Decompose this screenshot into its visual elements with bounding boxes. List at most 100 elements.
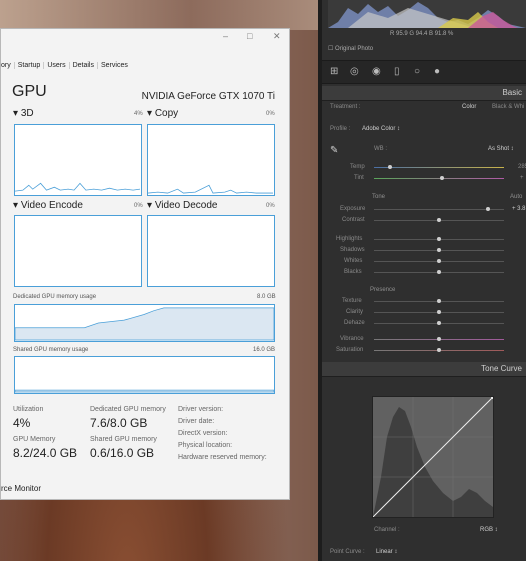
graph-shared-memory — [14, 356, 275, 394]
tab-users[interactable]: Users — [47, 62, 70, 69]
contrast-label: Contrast — [342, 217, 365, 223]
contrast-slider-knob[interactable] — [437, 218, 441, 222]
engine-video-encode-label[interactable]: ▾ Video Encode — [13, 200, 83, 211]
whites-slider-knob[interactable] — [437, 259, 441, 263]
driver-version-label: Driver version: — [178, 406, 224, 413]
tab-bar: ory Startup Users Details Services — [1, 62, 134, 74]
treatment-bw-option[interactable]: Black & Whi — [492, 104, 524, 110]
tab-performance[interactable]: ory — [1, 62, 15, 69]
dedicated-gpu-memory-value: 7.6/8.0 GB — [90, 416, 148, 430]
temp-slider[interactable] — [374, 165, 504, 169]
wb-label: WB : — [374, 146, 387, 152]
histogram-graph — [328, 2, 526, 28]
task-manager-window[interactable]: – □ ✕ ory Startup Users Details Services GPU… — [0, 28, 290, 500]
tab-details[interactable]: Details — [72, 62, 98, 69]
dehaze-slider[interactable] — [374, 321, 504, 325]
tab-services[interactable]: Services — [101, 62, 131, 69]
exposure-slider[interactable] — [374, 207, 504, 211]
engine-video-encode-name: Video Encode — [20, 200, 83, 211]
open-resource-monitor-link[interactable]: rce Monitor — [1, 484, 41, 493]
tone-curve-graph[interactable] — [372, 395, 495, 518]
profile-label: Profile : — [330, 126, 351, 132]
clarity-label: Clarity — [346, 309, 364, 315]
point-curve-select[interactable]: Linear ↕ — [376, 549, 397, 555]
profile-select[interactable]: Adobe Color ↕ — [362, 126, 400, 132]
dehaze-slider-knob[interactable] — [437, 321, 441, 325]
blacks-slider[interactable] — [374, 270, 504, 274]
red-eye-tool-icon[interactable]: ◉ — [372, 66, 381, 77]
graph-copy — [147, 124, 275, 196]
close-icon[interactable]: ✕ — [273, 31, 281, 42]
basic-panel-header[interactable]: Basic — [322, 86, 526, 101]
engine-copy-label[interactable]: ▾ Copy — [147, 108, 178, 119]
shadows-slider-knob[interactable] — [437, 248, 441, 252]
blacks-label: Blacks — [344, 269, 362, 275]
highlights-slider-knob[interactable] — [437, 237, 441, 241]
title-bar[interactable]: – □ ✕ — [1, 29, 289, 47]
gpu-memory-value: 8.2/24.0 GB — [13, 446, 78, 460]
channel-select[interactable]: RGB ↕ — [480, 527, 498, 533]
graduated-filter-icon[interactable]: ▯ — [394, 66, 400, 77]
original-photo-label: Original Photo — [335, 46, 374, 52]
channel-label: Channel : — [374, 527, 400, 533]
graph-3d — [14, 124, 142, 196]
directx-version-label: DirectX version: — [178, 430, 228, 437]
clarity-slider[interactable] — [374, 310, 504, 314]
shadows-slider[interactable] — [374, 248, 504, 252]
point-curve-label: Point Curve : — [330, 549, 365, 555]
whites-slider[interactable] — [374, 259, 504, 263]
physical-location-label: Physical location: — [178, 442, 233, 449]
original-photo-toggle[interactable]: ☐ Original Photo — [328, 45, 373, 52]
shared-memory-max: 16.0 GB — [253, 347, 276, 353]
spot-removal-tool-icon[interactable]: ◎ — [350, 66, 359, 77]
treatment-color-option[interactable]: Color — [462, 104, 476, 110]
tab-startup[interactable]: Startup — [17, 62, 45, 69]
tone-auto-button[interactable]: Auto — [510, 194, 522, 200]
graph-3d-line — [15, 182, 141, 192]
engine-video-decode-label[interactable]: ▾ Video Decode — [147, 200, 217, 211]
dedicated-gpu-memory-label: Dedicated GPU memory — [90, 406, 166, 413]
tone-curve-panel-header[interactable]: Tone Curve — [322, 362, 526, 377]
eyedropper-icon[interactable]: ✎ — [330, 145, 338, 156]
contrast-slider[interactable] — [374, 218, 504, 222]
saturation-slider[interactable] — [374, 348, 504, 352]
highlights-slider[interactable] — [374, 237, 504, 241]
tint-slider-knob[interactable] — [440, 176, 444, 180]
dedicated-memory-fill — [15, 307, 274, 341]
page-title: GPU — [12, 83, 47, 100]
temp-value: 285 — [518, 164, 526, 170]
engine-video-decode-pct: 0% — [266, 203, 275, 209]
graph-video-decode — [147, 215, 275, 287]
temp-label: Temp — [350, 164, 365, 170]
engine-video-decode-name: Video Decode — [154, 200, 218, 211]
engine-3d-name: 3D — [20, 108, 34, 119]
radial-filter-icon[interactable]: ○ — [414, 66, 420, 77]
exposure-slider-knob[interactable] — [486, 207, 490, 211]
tint-slider[interactable] — [374, 176, 504, 180]
vibrance-slider[interactable] — [374, 337, 504, 341]
exposure-value: + 3.8 — [512, 206, 526, 212]
engine-3d-pct: 4% — [134, 111, 143, 117]
blacks-slider-knob[interactable] — [437, 270, 441, 274]
adjustment-brush-icon[interactable]: ● — [434, 66, 440, 77]
dehaze-label: Dehaze — [344, 320, 365, 326]
rgb-readout: R 95.9 G 94.4 B 91.8 % — [390, 31, 454, 37]
clarity-slider-knob[interactable] — [437, 310, 441, 314]
hardware-reserved-memory-label: Hardware reserved memory: — [178, 454, 267, 461]
shared-gpu-memory-label: Shared GPU memory — [90, 436, 157, 443]
temp-slider-knob[interactable] — [388, 165, 392, 169]
saturation-slider-knob[interactable] — [437, 348, 441, 352]
vibrance-slider-knob[interactable] — [437, 337, 441, 341]
texture-slider[interactable] — [374, 299, 504, 303]
crop-tool-icon[interactable]: ⊞ — [330, 66, 338, 77]
texture-slider-knob[interactable] — [437, 299, 441, 303]
graph-video-encode — [14, 215, 142, 287]
engine-3d-label[interactable]: ▾ 3D — [13, 108, 34, 119]
dedicated-memory-max: 8.0 GB — [257, 294, 276, 300]
maximize-icon[interactable]: □ — [247, 31, 252, 41]
wb-select[interactable]: As Shot ↕ — [488, 146, 514, 152]
histogram — [328, 0, 526, 28]
minimize-icon[interactable]: – — [223, 31, 228, 41]
whites-label: Whites — [344, 258, 363, 264]
vibrance-label: Vibrance — [340, 336, 364, 342]
